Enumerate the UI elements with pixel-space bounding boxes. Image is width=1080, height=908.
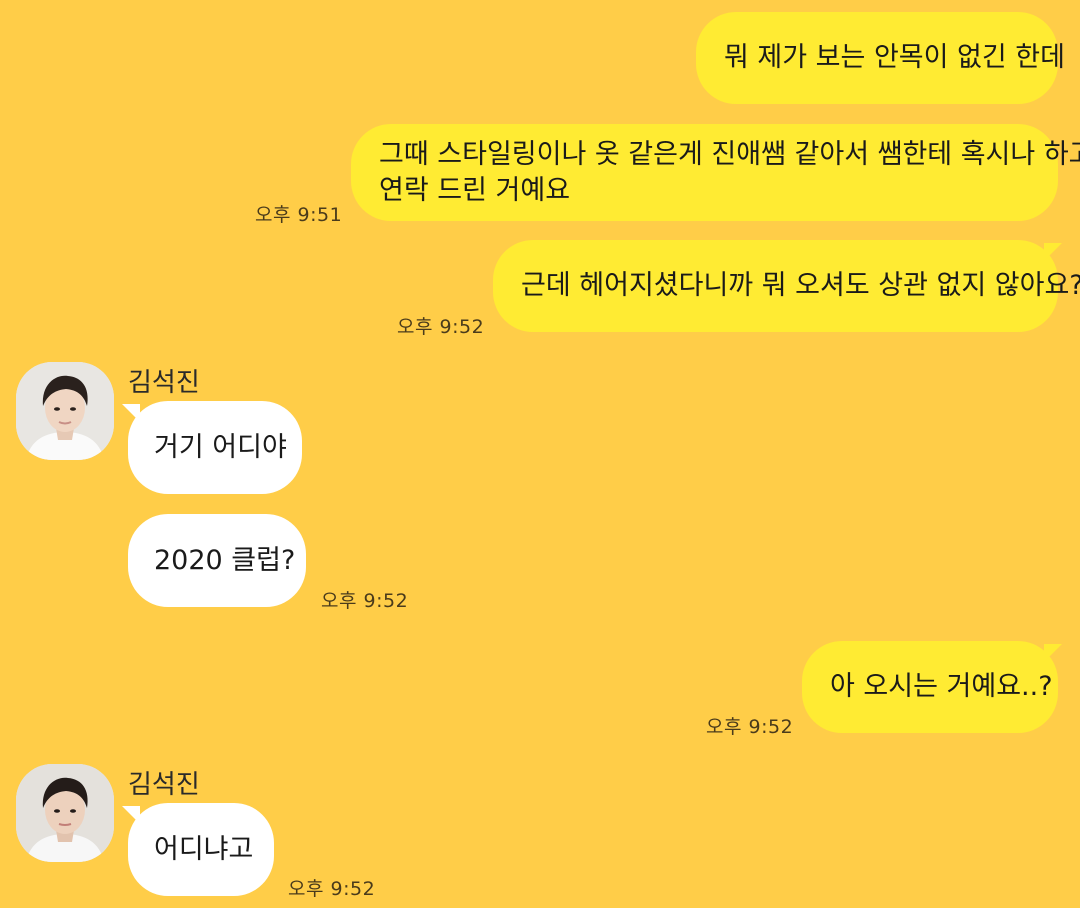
bubble-tail — [1044, 644, 1062, 662]
sender-name: 김석진 — [128, 368, 200, 398]
bubble-tail — [122, 806, 140, 824]
my-message-bubble[interactable]: 근데 헤어지셨다니까 뭐 오셔도 상관 없지 않아요? — [493, 240, 1080, 332]
my-message-bubble[interactable]: 그때 스타일링이나 옷 같은게 진애쌤 같아서 쌤한테 혹시나 하고 연락 드린… — [351, 124, 1080, 221]
avatar[interactable] — [16, 362, 114, 460]
their-message-bubble[interactable]: 어디냐고 — [128, 803, 274, 896]
my-message-bubble[interactable]: 뭐 제가 보는 안목이 없긴 한데 — [696, 12, 1065, 104]
sender-name: 김석진 — [128, 770, 200, 800]
my-message-bubble[interactable]: 아 오시는 거예요..? — [802, 641, 1058, 733]
message-timestamp: 오후 9:52 — [397, 316, 485, 338]
message-text: 거기 어디야 — [154, 432, 287, 463]
profile-photo — [16, 764, 114, 862]
message-timestamp: 오후 9:52 — [288, 878, 376, 900]
message-text: 근데 헤어지셨다니까 뭐 오셔도 상관 없지 않아요? — [521, 270, 1080, 301]
message-text: 아 오시는 거예요..? — [830, 671, 1053, 702]
message-text-line: 연락 드린 거예요 — [379, 175, 571, 206]
message-text: 어디냐고 — [154, 834, 254, 865]
message-timestamp: 오후 9:51 — [255, 204, 343, 226]
chat-thread: 뭐 제가 보는 안목이 없긴 한데 그때 스타일링이나 옷 같은게 진애쌤 같아… — [0, 0, 1080, 908]
bubble-tail — [1044, 243, 1062, 261]
message-text-line: 그때 스타일링이나 옷 같은게 진애쌤 같아서 쌤한테 혹시나 하고 — [379, 139, 1080, 170]
message-text: 뭐 제가 보는 안목이 없긴 한데 — [724, 42, 1065, 73]
their-message-bubble[interactable]: 2020 클럽? — [128, 514, 306, 607]
message-timestamp: 오후 9:52 — [706, 716, 794, 738]
avatar[interactable] — [16, 764, 114, 862]
profile-photo — [16, 362, 114, 460]
message-timestamp: 오후 9:52 — [321, 590, 409, 612]
message-text: 2020 클럽? — [154, 545, 296, 576]
bubble-tail — [122, 404, 140, 422]
their-message-bubble[interactable]: 거기 어디야 — [128, 401, 302, 494]
